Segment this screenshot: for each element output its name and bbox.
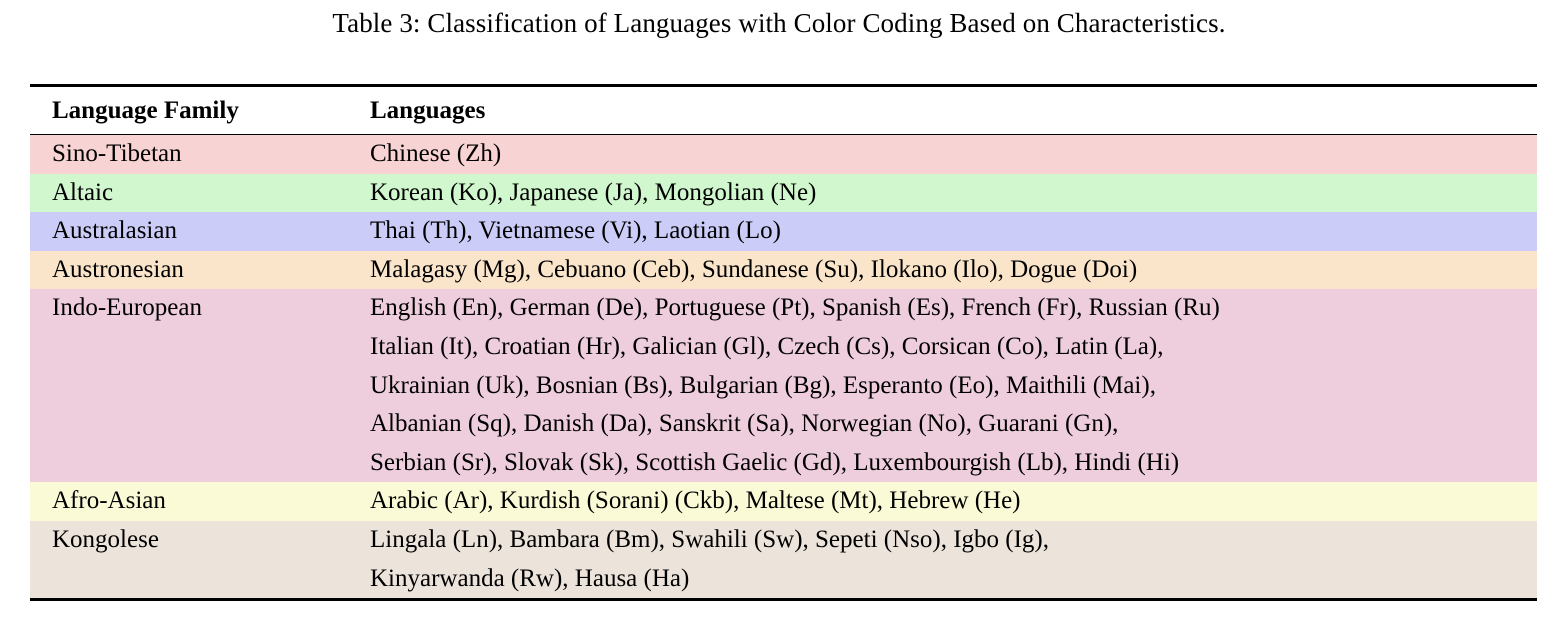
cell-languages: Chinese (Zh)	[350, 135, 1537, 174]
table-body: Sino-TibetanChinese (Zh)AltaicKorean (Ko…	[30, 135, 1537, 598]
cell-language-family: Sino-Tibetan	[30, 135, 350, 174]
cell-language-family: Australasian	[30, 212, 350, 251]
cell-languages: Thai (Th), Vietnamese (Vi), Laotian (Lo)	[350, 212, 1537, 251]
table-caption: Table 3: Classification of Languages wit…	[0, 6, 1558, 40]
cell-languages: Lingala (Ln), Bambara (Bm), Swahili (Sw)…	[350, 521, 1537, 598]
cell-language-family: Altaic	[30, 174, 350, 213]
rule-bottom-line	[30, 598, 1537, 601]
table-row: Indo-EuropeanEnglish (En), German (De), …	[30, 289, 1537, 482]
cell-languages: Korean (Ko), Japanese (Ja), Mongolian (N…	[350, 174, 1537, 213]
cell-language-family: Austronesian	[30, 251, 350, 290]
table-row: AltaicKorean (Ko), Japanese (Ja), Mongol…	[30, 174, 1537, 213]
table-container: Language Family Languages Sino-TibetanCh…	[30, 84, 1537, 601]
header-row: Language Family Languages	[30, 87, 1537, 134]
cell-languages: Arabic (Ar), Kurdish (Sorani) (Ckb), Mal…	[350, 482, 1537, 521]
language-classification-table: Language Family Languages Sino-TibetanCh…	[30, 84, 1537, 601]
column-header-languages: Languages	[350, 87, 1537, 134]
rule-bottom	[30, 598, 1537, 601]
table-row: KongoleseLingala (Ln), Bambara (Bm), Swa…	[30, 521, 1537, 598]
document-page: Table 3: Classification of Languages wit…	[0, 0, 1558, 617]
table-row: Sino-TibetanChinese (Zh)	[30, 135, 1537, 174]
cell-language-family: Afro-Asian	[30, 482, 350, 521]
cell-language-family: Indo-European	[30, 289, 350, 482]
cell-language-family: Kongolese	[30, 521, 350, 598]
column-header-language-family: Language Family	[30, 87, 350, 134]
table-row: Afro-AsianArabic (Ar), Kurdish (Sorani) …	[30, 482, 1537, 521]
table-header: Language Family Languages	[30, 84, 1537, 135]
cell-languages: English (En), German (De), Portuguese (P…	[350, 289, 1537, 482]
table-footer	[30, 598, 1537, 601]
table-row: AustronesianMalagasy (Mg), Cebuano (Ceb)…	[30, 251, 1537, 290]
table-row: AustralasianThai (Th), Vietnamese (Vi), …	[30, 212, 1537, 251]
cell-languages: Malagasy (Mg), Cebuano (Ceb), Sundanese …	[350, 251, 1537, 290]
